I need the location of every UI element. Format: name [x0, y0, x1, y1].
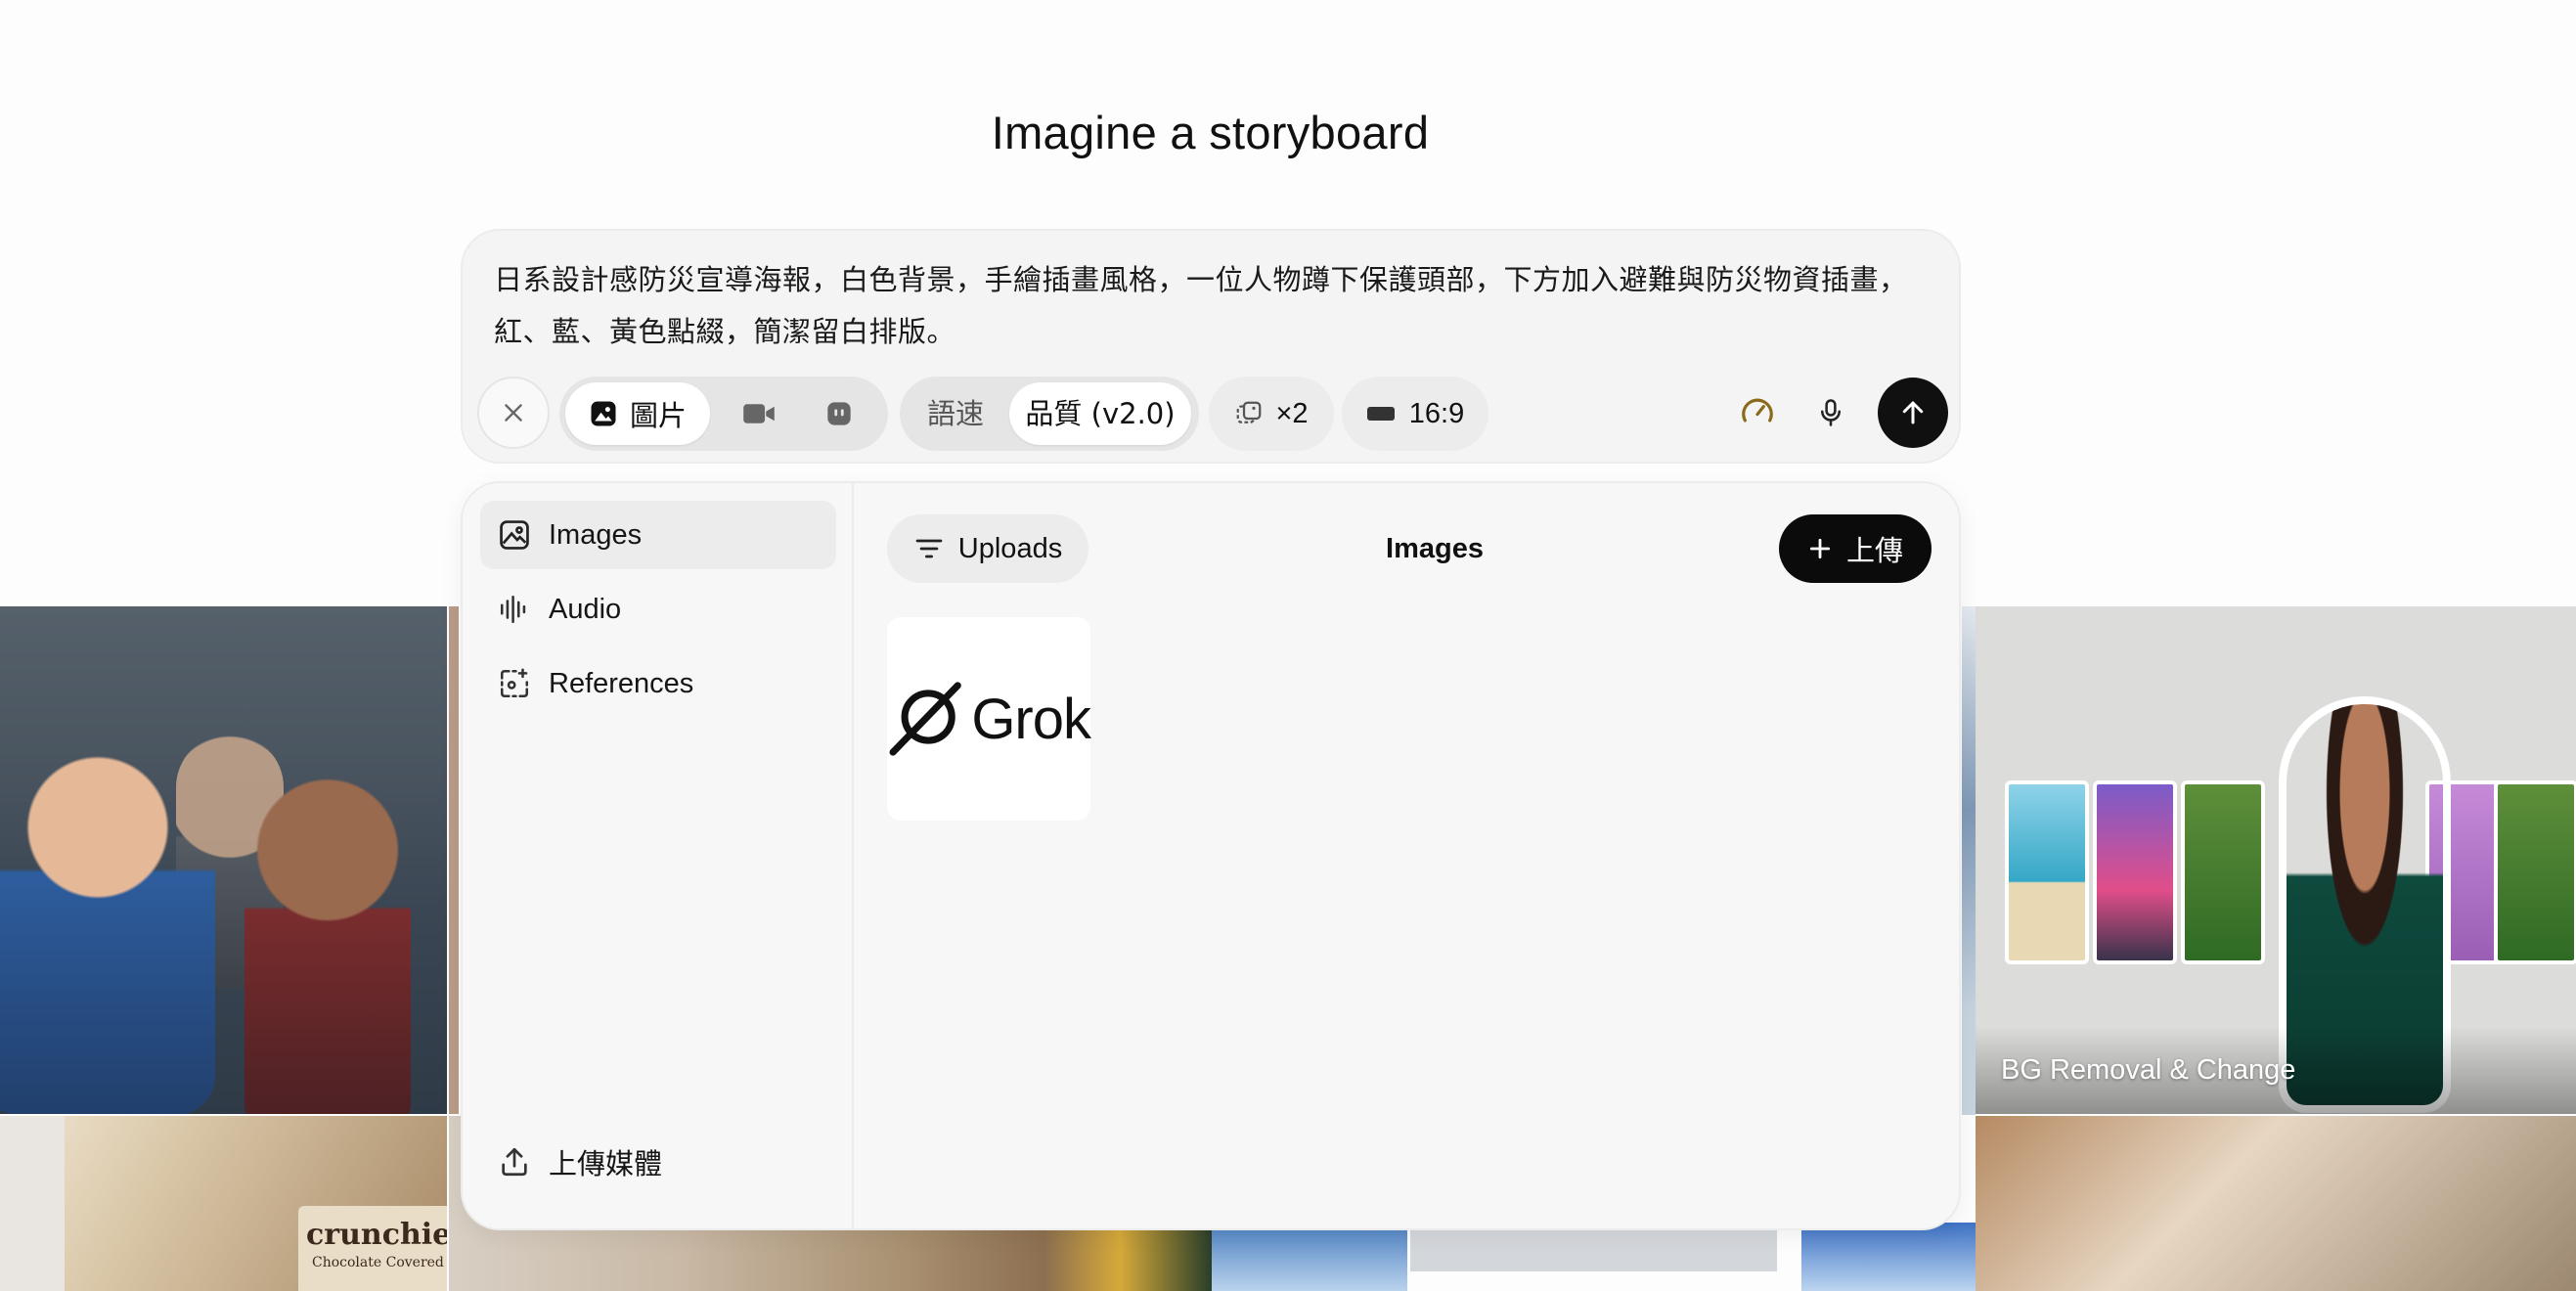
gallery-tile-selfie[interactable] [0, 606, 447, 1114]
gallery-tile-product[interactable]: crunchies Chocolate Covered [0, 1116, 447, 1291]
mode-switch: 圖片 [559, 377, 888, 451]
sidebar-item-references[interactable]: References [480, 649, 836, 718]
thumbnail-logo-text: Grok [971, 687, 1091, 751]
upload-media-button[interactable]: 上傳媒體 [480, 1128, 836, 1196]
video-icon [743, 404, 775, 423]
gallery-tile-clouds[interactable] [1801, 1223, 1976, 1291]
send-button[interactable] [1878, 378, 1948, 448]
gallery-tile-partial[interactable] [449, 606, 459, 1114]
gallery-tile-collage[interactable] [1976, 1116, 2576, 1291]
upload-icon [502, 1147, 527, 1177]
filter-icon [915, 539, 943, 558]
upload-button[interactable]: 上傳 [1779, 514, 1932, 583]
uploads-filter-label: Uploads [957, 532, 1063, 564]
bot-icon [827, 402, 851, 425]
image-icon [500, 520, 529, 550]
media-content: Uploads Images 上傳 Grok [854, 483, 1959, 1228]
prompt-card: 日系設計感防災宣導海報，白色背景，手繪插畫風格，一位人物蹲下保護頭部，下方加入避… [461, 229, 1961, 464]
mic-button[interactable] [1795, 377, 1867, 449]
media-sidebar: Images Audio References 上傳媒體 [463, 483, 854, 1228]
speed-option[interactable]: 語速 [927, 377, 984, 451]
gallery-tile-strip[interactable] [1962, 606, 1976, 1115]
speed-quality-switch: 語速 品質 (v2.0) [900, 377, 1199, 451]
gallery-tile-bg-removal[interactable]: BG Removal & Change [1976, 606, 2576, 1114]
plus-icon [1809, 538, 1831, 559]
mode-video-button[interactable] [733, 388, 784, 439]
sidebar-item-label: Images [549, 518, 643, 551]
speed-button[interactable] [1721, 377, 1794, 449]
audio-wave-icon [500, 595, 526, 624]
sidebar-item-label: References [549, 667, 694, 699]
close-button[interactable] [477, 377, 550, 449]
mode-image-label: 圖片 [629, 401, 687, 432]
panel-title: Images [1386, 533, 1484, 564]
product-subtext: Chocolate Covered [312, 1255, 444, 1270]
prompt-input[interactable]: 日系設計感防災宣導海報，白色背景，手繪插畫風格，一位人物蹲下保護頭部，下方加入避… [494, 254, 1932, 358]
sidebar-item-label: Audio [549, 593, 622, 625]
quality-option[interactable]: 品質 (v2.0) [1009, 382, 1191, 445]
mode-image-button[interactable]: 圖片 [565, 382, 710, 445]
image-count-button[interactable]: ×2 [1209, 377, 1334, 451]
sidebar-item-audio[interactable]: Audio [480, 575, 836, 644]
sidebar-item-images[interactable]: Images [480, 501, 836, 569]
mic-icon [1821, 399, 1841, 426]
aspect-ratio-button[interactable]: 16:9 [1342, 377, 1488, 451]
ratio-icon [1366, 407, 1395, 421]
arrow-up-icon [1902, 401, 1924, 424]
grok-logo-icon [889, 682, 961, 756]
upload-media-label: 上傳媒體 [549, 1149, 663, 1180]
image-icon [591, 401, 616, 426]
close-icon [505, 404, 522, 422]
media-panel: Images Audio References 上傳媒體 Uploads Ima… [461, 481, 1961, 1230]
images-stack-icon [1237, 401, 1262, 423]
gauge-icon [1742, 398, 1773, 423]
sparkle-frame-icon [500, 668, 529, 698]
gallery-tile-sky[interactable] [1212, 1223, 1407, 1291]
gallery-tile-label: BG Removal & Change [2001, 1054, 2296, 1086]
product-text: crunchies [306, 1218, 447, 1252]
uploads-filter-button[interactable]: Uploads [887, 514, 1088, 583]
mode-bot-button[interactable] [814, 388, 865, 439]
image-count-label: ×2 [1275, 397, 1309, 429]
aspect-ratio-label: 16:9 [1408, 397, 1465, 429]
media-thumbnail[interactable]: Grok [887, 617, 1091, 821]
upload-button-label: 上傳 [1845, 534, 1903, 567]
page-title: Imagine a storyboard [991, 107, 1430, 158]
